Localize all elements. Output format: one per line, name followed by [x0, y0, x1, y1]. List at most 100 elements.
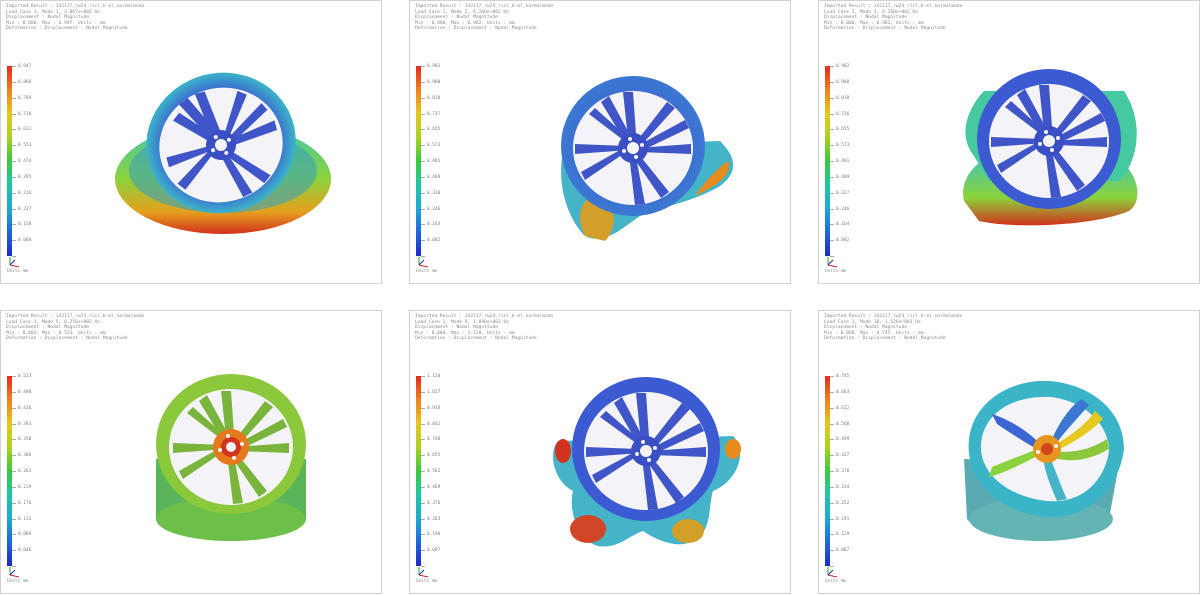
legend-tick-label: 0.573	[420, 143, 441, 149]
legend-tick-label: 0.080	[11, 238, 32, 244]
legend-ticks: 0.745 0.683 0.622 0.560 0.499 0.437 0.376 0.314…	[829, 374, 876, 568]
wheel-model	[115, 72, 331, 234]
result-header: Imported Result : 142117_rw24_ricl_b-el_…	[824, 314, 963, 342]
legend-tick-label: 0.947	[11, 64, 32, 69]
mode-panel-3: Imported Result : 142117_rw24_ricl_b-el_…	[818, 0, 1200, 284]
legend-tick-label: 0.631	[11, 127, 32, 133]
units-label: Units mm	[825, 579, 847, 584]
legend-tick-label: 0.789	[11, 95, 32, 101]
legend-tick-label: 0.491	[420, 159, 441, 164]
legend-tick-label: 0.237	[11, 206, 32, 212]
units-label: Units mm	[7, 579, 29, 584]
legend-tick-label: 0.129	[829, 532, 850, 538]
legend-tick-label: 0.868	[11, 79, 32, 85]
units-label: Units mm	[416, 269, 438, 274]
legend-tick-label: 0.350	[11, 437, 32, 443]
legend-tick-label: 0.395	[11, 174, 32, 180]
result-header: Imported Result : 142117_rw24_ricl_b-el_…	[6, 4, 145, 32]
legend-tick-label: 0.491	[829, 159, 850, 164]
result-header: Imported Result : 142117_rw24_ricl_b-el_…	[415, 4, 554, 32]
legend-tick-label: 0.523	[11, 374, 32, 379]
legend-tick-label: 0.622	[829, 405, 850, 411]
legend-tick-label: 0.900	[420, 79, 441, 85]
wheel-model	[964, 380, 1124, 541]
mode-panel-5: Imported Result : 142117_rw24_ricl_b-el_…	[409, 310, 791, 594]
legend-tick-label: 0.327	[829, 190, 850, 196]
legend-tick-label: 0.133	[11, 516, 32, 522]
legend-tick-label: 0.480	[11, 389, 32, 395]
legend-tick-label: 0.436	[11, 405, 32, 411]
legend-tick-label: 0.263	[11, 469, 32, 474]
legend-tick-label: 0.409	[420, 174, 441, 180]
legend-ticks: 1.120 1.027 0.934 0.841 0.748 0.655 0.562 0.469…	[420, 374, 467, 568]
mode-panel-6: Imported Result : 142117_rw24_ricl_b-el_…	[818, 310, 1200, 594]
legend-tick-label: 0.376	[829, 469, 850, 474]
legend-tick-label: 0.283	[420, 516, 441, 522]
legend-tick-label: 0.097	[420, 548, 441, 554]
legend-tick-label: 0.655	[829, 127, 850, 133]
legend-tick-label: 0.046	[11, 548, 32, 554]
legend-ticks: 0.982 0.900 0.818 0.736 0.655 0.573 0.491 0.409…	[829, 64, 876, 258]
legend-tick-label: 0.246	[829, 206, 850, 212]
axis-triad-icon	[418, 567, 429, 578]
legend-tick-label: 0.219	[11, 484, 32, 490]
legend-tick-label: 0.562	[420, 469, 441, 474]
legend-tick-label: 0.316	[11, 190, 32, 196]
legend-tick-label: 0.158	[11, 222, 32, 228]
legend-tick-label: 0.306	[11, 453, 32, 459]
units-label: Units mm	[7, 269, 29, 274]
legend-tick-label: 0.655	[420, 453, 441, 459]
wheel-model	[963, 69, 1138, 226]
legend-tick-label: 0.082	[829, 238, 850, 244]
legend-tick-label: 0.736	[829, 111, 850, 117]
legend-tick-label: 0.710	[11, 111, 32, 117]
legend-tick-label: 0.067	[829, 548, 850, 554]
legend-tick-label: 0.469	[420, 484, 441, 490]
legend-tick-label: 0.560	[829, 421, 850, 427]
legend-tick-label: 0.934	[420, 405, 441, 411]
axis-triad-icon	[9, 257, 20, 268]
legend-tick-label: 0.655	[420, 127, 441, 133]
legend-tick-label: 0.573	[829, 143, 850, 149]
legend-tick-label: 0.841	[420, 421, 441, 427]
legend-tick-label: 0.900	[829, 79, 850, 85]
axis-triad-icon	[418, 257, 429, 268]
result-header: Imported Result : 142117_rw24_ricl_b-el_…	[824, 4, 963, 32]
legend-tick-label: 0.982	[829, 64, 850, 69]
legend-tick-label: 0.748	[420, 437, 441, 443]
legend-ticks: 0.523 0.480 0.436 0.393 0.350 0.306 0.263 0.219…	[11, 374, 58, 568]
legend-tick-label: 0.164	[420, 222, 441, 228]
legend-tick-label: 0.474	[11, 159, 32, 164]
units-label: Units mm	[825, 269, 847, 274]
legend-tick-label: 0.437	[829, 453, 850, 459]
legend-tick-label: 0.499	[829, 437, 850, 443]
axis-triad-icon	[827, 257, 838, 268]
wheel-model	[553, 377, 741, 547]
legend-tick-label: 0.246	[420, 206, 441, 212]
legend-ticks: 0.982 0.900 0.818 0.737 0.655 0.573 0.491 0.409…	[420, 64, 467, 258]
legend-tick-label: 0.176	[11, 500, 32, 506]
legend-ticks: 0.947 0.868 0.789 0.710 0.631 0.553 0.474 0.395…	[11, 64, 58, 258]
legend-tick-label: 0.409	[829, 174, 850, 180]
wheel-model	[156, 374, 306, 541]
legend-tick-label: 0.553	[11, 143, 32, 149]
legend-tick-label: 1.027	[420, 389, 441, 395]
result-header: Imported Result : 142117_rw24_ricl_b-el_…	[6, 314, 145, 342]
legend-tick-label: 0.737	[420, 111, 441, 117]
legend-tick-label: 0.982	[420, 64, 441, 69]
mode-panel-1: Imported Result : 142117_rw24_ricl_b-el_…	[0, 0, 382, 284]
legend-tick-label: 0.191	[829, 516, 850, 522]
units-label: Units mm	[416, 579, 438, 584]
legend-tick-label: 0.683	[829, 389, 850, 395]
result-header: Imported Result : 142117_rw24_ricl_b-el_…	[415, 314, 554, 342]
wheel-model	[561, 76, 734, 241]
legend-tick-label: 0.818	[829, 95, 850, 101]
mode-panel-2: Imported Result : 142117_rw24_ricl_b-el_…	[409, 0, 791, 284]
legend-tick-label: 0.164	[829, 222, 850, 228]
legend-tick-label: 0.376	[420, 500, 441, 506]
legend-tick-label: 1.120	[420, 374, 441, 379]
legend-tick-label: 0.818	[420, 95, 441, 101]
legend-tick-label: 0.393	[11, 421, 32, 427]
axis-triad-icon	[827, 567, 838, 578]
mode-panel-4: Imported Result : 142117_rw24_ricl_b-el_…	[0, 310, 382, 594]
